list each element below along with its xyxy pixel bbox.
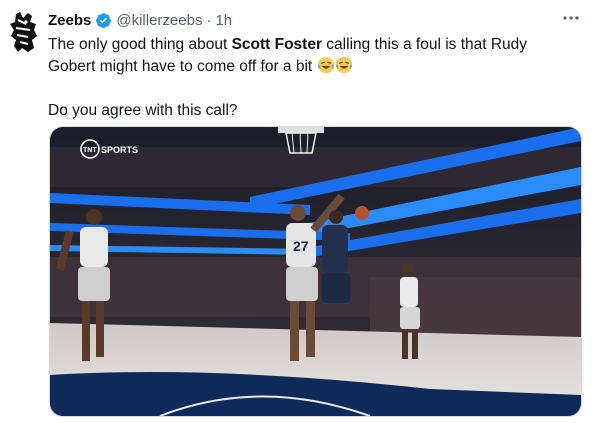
author-handle[interactable]: @killerzeebs [116,12,202,29]
tweet-text: The only good thing about Scott Foster c… [48,34,568,122]
logo-word: SPORTS [101,145,138,155]
more-dots-icon[interactable] [560,8,582,28]
more-dots-glyph [563,16,579,20]
tweet-header: Zeebs @killerzeebs · 1h [48,10,232,30]
tweet-question: Do you agree with this call? [48,102,238,119]
tweet-text-bold: Scott Foster [231,36,322,53]
display-name[interactable]: Zeebs [48,12,91,29]
tweet-paragraph-1: The only good thing about Scott Foster c… [48,34,568,78]
tweet-media-image[interactable]: 27 TNT SPORTS [49,126,582,417]
laughing-tears-emoji-icon [317,56,334,74]
tweet-text-pre: The only good thing about [48,36,232,53]
basketball [355,206,369,220]
jersey-number: 27 [293,238,309,254]
basketball-photo: 27 TNT SPORTS [50,127,581,416]
zebra-logo-icon [10,12,37,52]
timestamp[interactable]: 1h [215,12,232,29]
verified-badge-icon [96,12,112,28]
avatar[interactable] [6,10,42,54]
logo-letters: TNT [83,147,97,154]
separator-dot: · [206,11,212,29]
laughing-tears-emoji-icon [335,56,352,74]
